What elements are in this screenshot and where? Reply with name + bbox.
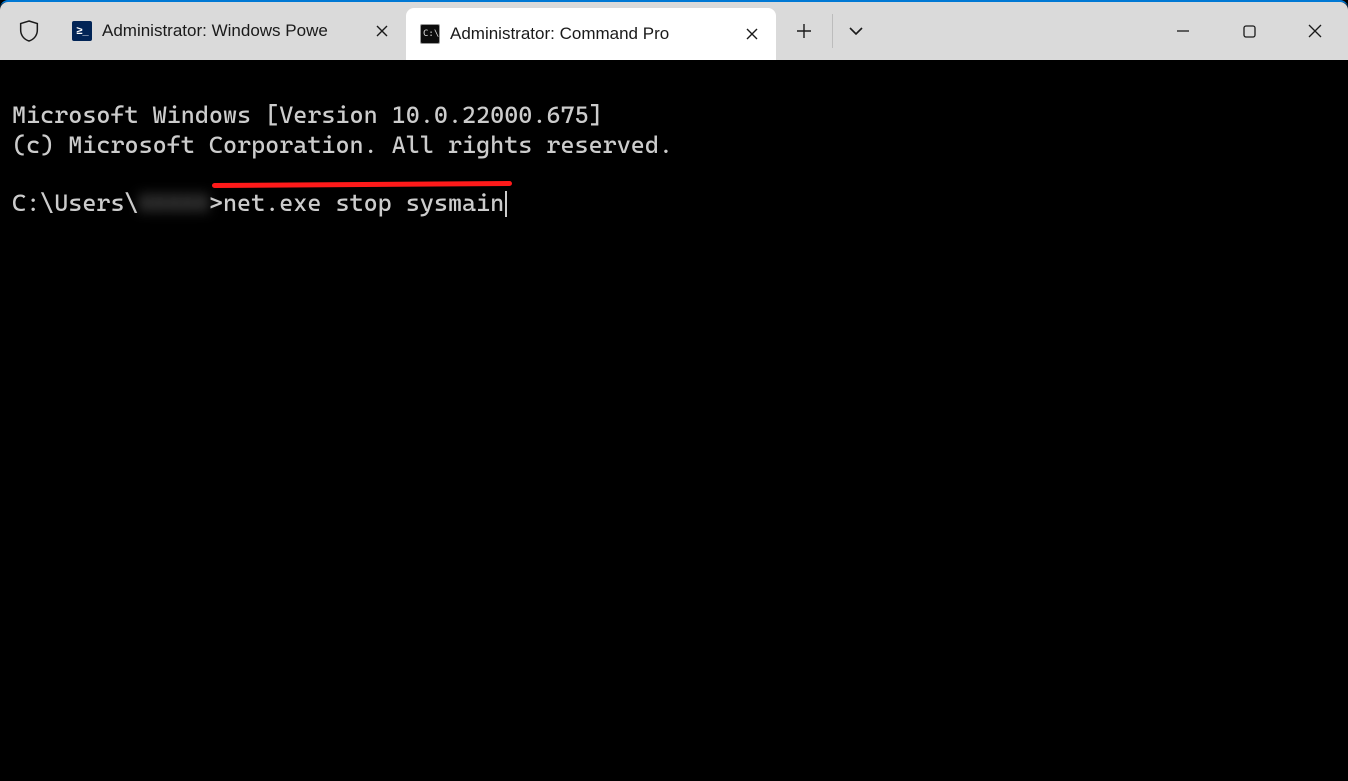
maximize-icon [1243, 25, 1256, 38]
maximize-button[interactable] [1216, 2, 1282, 60]
cmd-icon: C:\ [420, 24, 440, 44]
command-input: net.exe stop sysmain [223, 189, 504, 218]
tab-dropdown-button[interactable] [832, 14, 878, 48]
banner-line-2: (c) Microsoft Corporation. All rights re… [12, 131, 673, 159]
annotation-underline [212, 181, 512, 188]
powershell-icon: ≥_ [72, 21, 92, 41]
close-icon [1308, 24, 1322, 38]
tab-powershell[interactable]: ≥_ Administrator: Windows Powe [58, 8, 406, 54]
tab-close-button[interactable] [368, 17, 396, 45]
window-controls [1150, 2, 1348, 60]
minimize-icon [1176, 24, 1190, 38]
close-icon [746, 28, 758, 40]
new-tab-button[interactable] [776, 2, 832, 60]
plus-icon [797, 24, 811, 38]
tab-title: Administrator: Command Pro [450, 24, 728, 44]
text-cursor [505, 191, 507, 217]
shield-icon [19, 20, 39, 42]
prompt-username-redacted: XXXXX [139, 189, 209, 218]
titlebar-drag-area[interactable] [878, 2, 1150, 60]
close-window-button[interactable] [1282, 2, 1348, 60]
admin-shield-area [0, 2, 58, 60]
tab-title: Administrator: Windows Powe [102, 21, 358, 41]
terminal-output[interactable]: Microsoft Windows [Version 10.0.22000.67… [0, 60, 1348, 289]
chevron-down-icon [849, 27, 863, 35]
tab-close-button[interactable] [738, 20, 766, 48]
banner-line-1: Microsoft Windows [Version 10.0.22000.67… [12, 101, 603, 129]
prompt-suffix: > [209, 189, 223, 218]
tab-cmd[interactable]: C:\ Administrator: Command Pro [406, 8, 776, 60]
close-icon [376, 25, 388, 37]
prompt-prefix: C:\Users\ [12, 189, 139, 218]
minimize-button[interactable] [1150, 2, 1216, 60]
prompt-line: C:\Users\XXXXX>net.exe stop sysmain [12, 189, 1336, 218]
title-bar: ≥_ Administrator: Windows Powe C:\ Admin… [0, 2, 1348, 60]
